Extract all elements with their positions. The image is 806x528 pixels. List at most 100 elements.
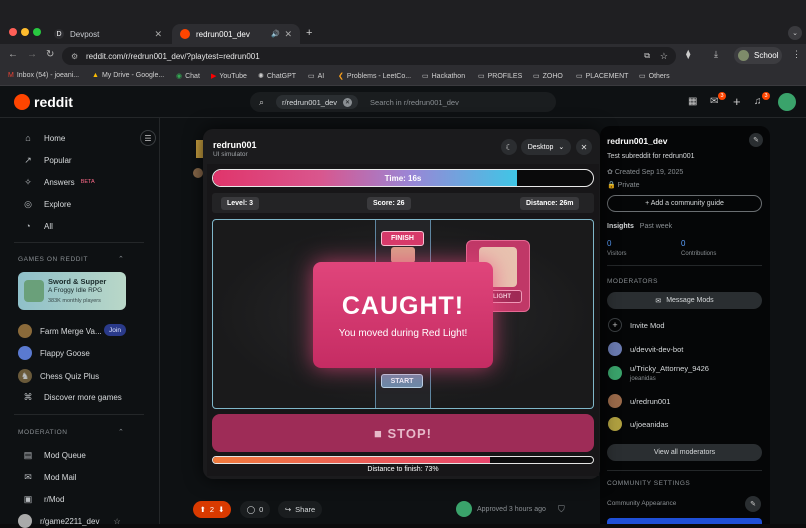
- back-arrow-icon[interactable]: ←: [8, 49, 18, 60]
- bookmark-chatgpt[interactable]: ✺ ChatGPT: [258, 72, 296, 81]
- caught-title: CAUGHT!: [341, 292, 465, 320]
- address-bar[interactable]: ⚙ reddit.com/r/redrun001_dev/?playtest=r…: [62, 47, 676, 65]
- comments-button[interactable]: ◯ 0: [240, 501, 270, 518]
- sidebar-item-answers[interactable]: ✧ Answers BETA: [22, 176, 94, 188]
- join-button[interactable]: Join: [104, 324, 126, 336]
- notifications-bell-icon[interactable]: ♫: [754, 96, 762, 107]
- maximize-window-button[interactable]: [33, 28, 41, 36]
- primary-action-button[interactable]: [607, 518, 762, 524]
- stop-button[interactable]: ■ STOP!: [212, 414, 594, 452]
- profile-button[interactable]: School: [734, 47, 782, 64]
- mod-tools-icon[interactable]: ▦: [688, 96, 697, 107]
- insights-label[interactable]: Insights Past week: [607, 223, 672, 230]
- mod-mail-icon: ✉: [24, 471, 32, 482]
- sidebar-game-farm-merge[interactable]: Farm Merge Va...: [18, 324, 102, 338]
- leetcode-icon: ❮: [338, 73, 344, 80]
- sidebar-item-mod-queue[interactable]: ▤ Mod Queue: [22, 449, 86, 461]
- reddit-logo-icon[interactable]: [14, 94, 30, 110]
- sidebar-game-chess-quiz[interactable]: ♞ Chess Quiz Plus: [18, 369, 99, 383]
- bookmark-star-icon[interactable]: ☆: [660, 51, 668, 62]
- chevron-up-icon[interactable]: ⌃: [118, 255, 124, 263]
- user-avatar[interactable]: [778, 93, 796, 111]
- modal-title: redrun001: [213, 140, 257, 150]
- share-button[interactable]: ↪ Share: [278, 501, 322, 518]
- moderator-row[interactable]: u/Tricky_Attorney_9426 joeanidas: [608, 364, 709, 382]
- bookmark-chat[interactable]: ◉ Chat: [176, 72, 200, 81]
- distance-progress-bar: [212, 456, 594, 464]
- bookmark-zoho[interactable]: ▭ ZOHO: [533, 72, 563, 81]
- bookmark-hackathon[interactable]: ▭ Hackathon: [422, 72, 465, 81]
- bookmark-drive[interactable]: ▲ My Drive - Google...: [92, 72, 164, 79]
- bookmark-profiles[interactable]: ▭ PROFILES: [478, 72, 522, 81]
- tab-redrun001-dev[interactable]: redrun001_dev 🔊 ✕: [172, 24, 300, 44]
- edit-pencil-icon[interactable]: ✎: [745, 496, 761, 512]
- create-post-icon[interactable]: +: [733, 94, 741, 109]
- upvote-icon: ⬆: [199, 505, 206, 514]
- chevron-up-icon[interactable]: ⌃: [118, 428, 124, 436]
- moderator-row[interactable]: u/devvit-dev-bot: [608, 342, 683, 356]
- mod-avatar: [608, 342, 622, 356]
- shield-icon[interactable]: ⛉: [558, 504, 565, 515]
- sidebar-item-home[interactable]: ⌂ Home: [22, 132, 65, 144]
- sidebar-discover-games[interactable]: ⌘ Discover more games: [22, 391, 122, 403]
- featured-game-card[interactable]: Sword & Supper A Froggy Idle RPG 383K mo…: [18, 272, 126, 310]
- close-icon[interactable]: ✕: [154, 29, 162, 40]
- flappy-goose-icon: [18, 346, 32, 360]
- invite-mod-button[interactable]: + Invite Mod: [608, 318, 665, 332]
- minimize-window-button[interactable]: [21, 28, 29, 36]
- games-section-header[interactable]: GAMES ON REDDIT: [18, 256, 88, 263]
- sidebar-item-all[interactable]: ◔ All: [22, 220, 53, 232]
- clear-chip-icon[interactable]: ✕: [343, 97, 353, 107]
- chat-icon[interactable]: ✉: [710, 96, 718, 107]
- moderator-row[interactable]: u/joeanidas: [608, 417, 668, 431]
- edit-pencil-icon[interactable]: ✎: [749, 133, 763, 147]
- collapse-sidebar-button[interactable]: ☰: [140, 130, 156, 146]
- device-select[interactable]: Desktop ⌄: [521, 139, 571, 155]
- sidebar-game-flappy-goose[interactable]: Flappy Goose: [18, 346, 90, 360]
- reload-icon[interactable]: ↻: [46, 49, 54, 60]
- sidebar-item-r-mod[interactable]: ▣ r/Mod: [22, 493, 65, 505]
- close-icon[interactable]: ✕: [284, 29, 292, 40]
- dark-mode-moon-icon[interactable]: ☾: [501, 139, 517, 155]
- tab-label: redrun001_dev: [196, 29, 250, 39]
- all-icon: ◔: [25, 221, 31, 231]
- vote-buttons[interactable]: ⬆ 2 ⬇: [193, 501, 231, 518]
- sidebar-item-game2211-dev[interactable]: r/game2211_dev ☆: [18, 514, 121, 528]
- subreddit-chip[interactable]: r/redrun001_dev ✕: [276, 95, 359, 109]
- reddit-wordmark[interactable]: reddit: [34, 94, 73, 110]
- favorite-star-icon[interactable]: ☆: [113, 517, 120, 526]
- bookmark-others[interactable]: ▭ Others: [639, 72, 670, 81]
- site-info-icon[interactable]: ⚙: [71, 52, 78, 61]
- tab-search-icon[interactable]: ⌄: [788, 26, 802, 40]
- moderator-row[interactable]: u/redrun001: [608, 394, 670, 408]
- message-mods-button[interactable]: ✉ Message Mods: [607, 292, 762, 309]
- bookmark-gmail[interactable]: M Inbox (54) - joeani...: [8, 72, 79, 79]
- forward-arrow-icon[interactable]: →: [27, 49, 37, 60]
- bookmark-ai[interactable]: ▭ AI: [308, 72, 324, 81]
- moderation-section-header[interactable]: MODERATION: [18, 429, 68, 436]
- r-mod-icon: ▣: [23, 493, 33, 504]
- install-app-icon[interactable]: ⧉: [644, 51, 650, 61]
- visitors-label: Visitors: [607, 251, 627, 257]
- download-icon[interactable]: ⤓: [714, 49, 718, 60]
- view-all-moderators-button[interactable]: View all moderators: [607, 444, 762, 461]
- plus-icon: +: [608, 318, 622, 332]
- tab-devpost[interactable]: D Devpost ✕: [46, 24, 170, 44]
- close-modal-icon[interactable]: ✕: [576, 139, 592, 155]
- bookmark-youtube[interactable]: ▶ YouTube: [211, 72, 247, 81]
- bookmark-placement[interactable]: ▭ PLACEMENT: [576, 72, 628, 81]
- moderators-header: MODERATORS: [607, 278, 658, 285]
- bookmark-leetcode[interactable]: ❮ Problems - LeetCo...: [338, 72, 411, 81]
- add-community-guide-button[interactable]: + Add a community guide: [607, 195, 762, 212]
- close-window-button[interactable]: [9, 28, 17, 36]
- new-tab-button[interactable]: +: [306, 27, 312, 39]
- menu-kebab-icon[interactable]: ⋮: [792, 49, 801, 60]
- sidebar-item-mod-mail[interactable]: ✉ Mod Mail: [22, 471, 76, 483]
- community-appearance-label[interactable]: Community Appearance: [607, 500, 676, 507]
- search-bar[interactable]: ⌕ r/redrun001_dev ✕ Search in r/redrun00…: [250, 92, 556, 112]
- devpost-favicon-icon: D: [54, 29, 64, 39]
- sidebar-item-popular[interactable]: ↗ Popular: [22, 154, 71, 166]
- extensions-icon[interactable]: ⧫: [686, 49, 690, 60]
- audio-icon[interactable]: 🔊: [271, 30, 280, 38]
- sidebar-item-explore[interactable]: ◎ Explore: [22, 198, 71, 210]
